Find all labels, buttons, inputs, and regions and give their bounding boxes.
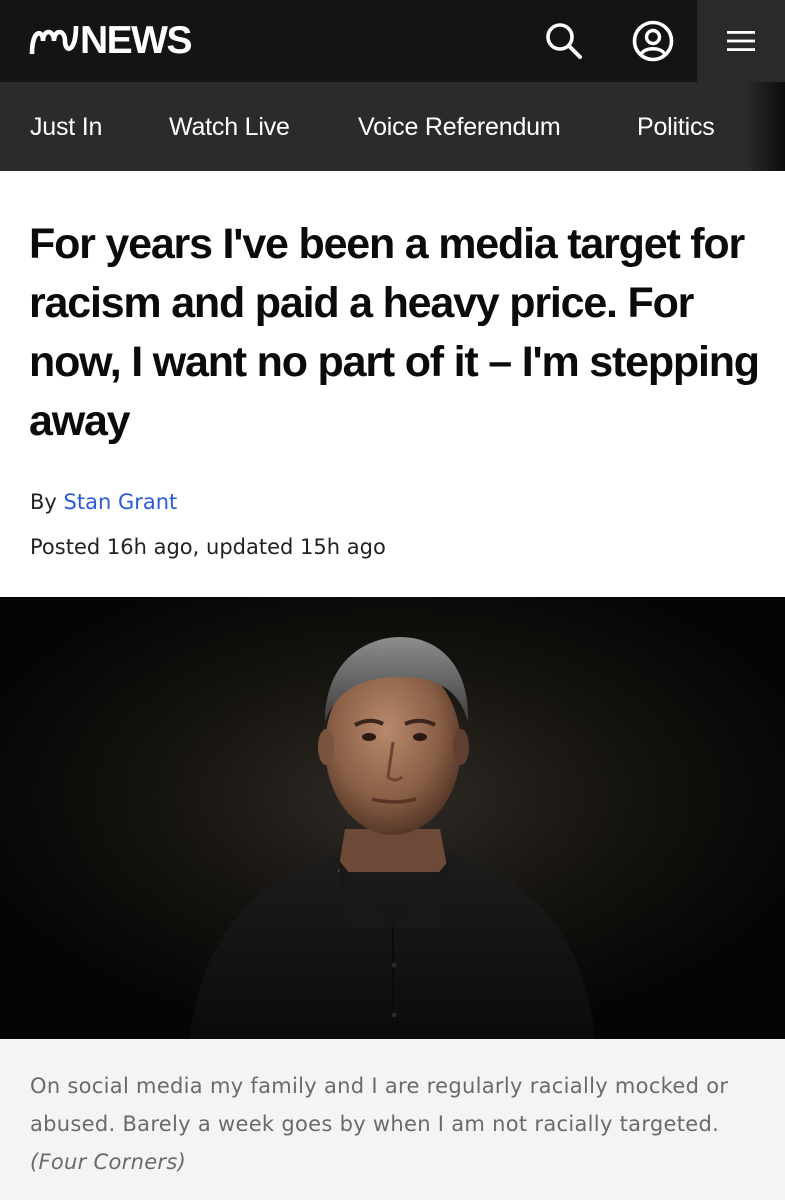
updated-time: 15h ago (300, 535, 386, 559)
article-headline: For years I've been a media target for r… (29, 220, 760, 445)
account-button[interactable] (609, 0, 697, 82)
caption-text-block: On social media my family and I are regu… (30, 1067, 760, 1181)
abc-news-logo[interactable]: NEWS (29, 18, 193, 62)
nav-item-voice-referendum[interactable]: Voice Referendum (358, 82, 561, 171)
section-nav: Just In Watch Live Voice Referendum Poli… (0, 82, 785, 171)
menu-button[interactable] (697, 0, 785, 82)
updated-label: updated (206, 535, 294, 559)
nav-scroll-fade (745, 82, 785, 171)
nav-item-watch-live[interactable]: Watch Live (169, 82, 290, 171)
nav-item-politics[interactable]: Politics (637, 82, 715, 171)
image-caption: On social media my family and I are regu… (0, 1039, 785, 1200)
timestamp: Posted 16h ago, updated 15h ago (30, 535, 386, 559)
posted-label: Posted (30, 535, 101, 559)
search-icon (546, 23, 582, 59)
nav-item-just-in[interactable]: Just In (30, 82, 102, 171)
author-link[interactable]: Stan Grant (64, 490, 178, 514)
article-hero-image[interactable] (0, 597, 785, 1039)
posted-time: 16h ago (106, 535, 193, 559)
search-button[interactable] (520, 0, 608, 82)
timestamp-separator: , (192, 535, 200, 559)
caption-text: On social media my family and I are regu… (30, 1074, 729, 1136)
account-icon (632, 20, 674, 62)
byline: By Stan Grant (30, 490, 177, 514)
top-bar: NEWS (0, 0, 785, 82)
byline-prefix: By (30, 490, 57, 514)
caption-credit: (Four Corners) (30, 1150, 187, 1174)
abc-logo-icon (29, 25, 79, 55)
brand-text: NEWS (80, 18, 193, 62)
hamburger-menu-icon (727, 31, 755, 51)
portrait-photo (0, 597, 785, 1039)
